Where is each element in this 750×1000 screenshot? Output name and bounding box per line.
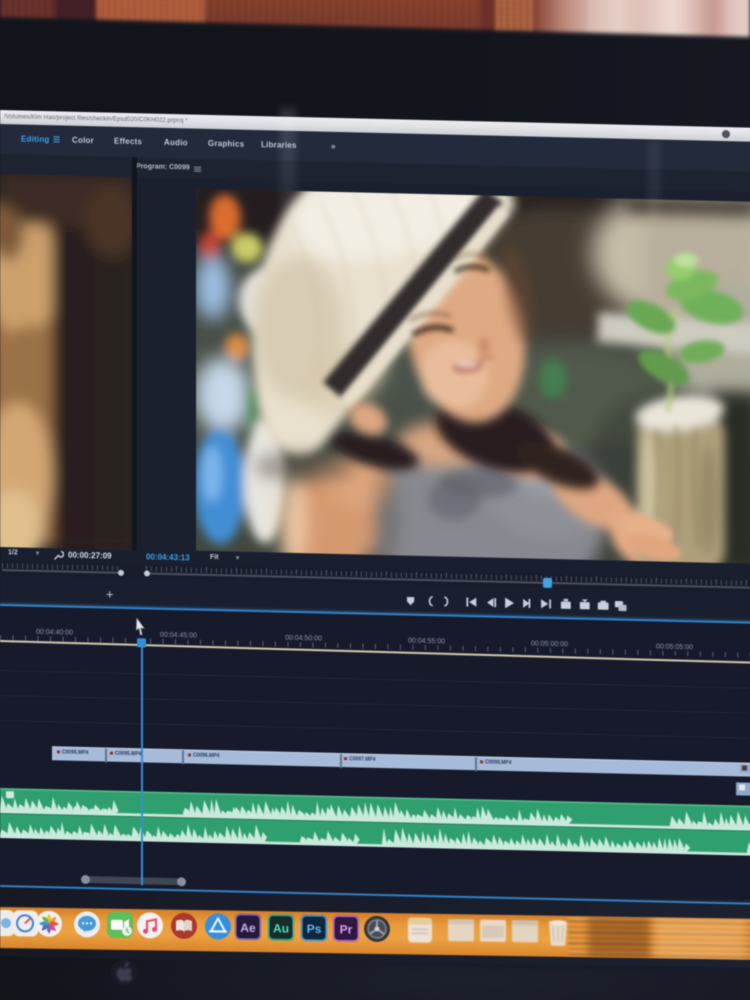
svg-text:Ae: Ae xyxy=(240,921,256,935)
svg-text:+: + xyxy=(106,586,114,601)
svg-text:Ps: Ps xyxy=(307,922,322,936)
svg-text:Pr: Pr xyxy=(340,922,353,936)
svg-text:Au: Au xyxy=(273,921,289,935)
